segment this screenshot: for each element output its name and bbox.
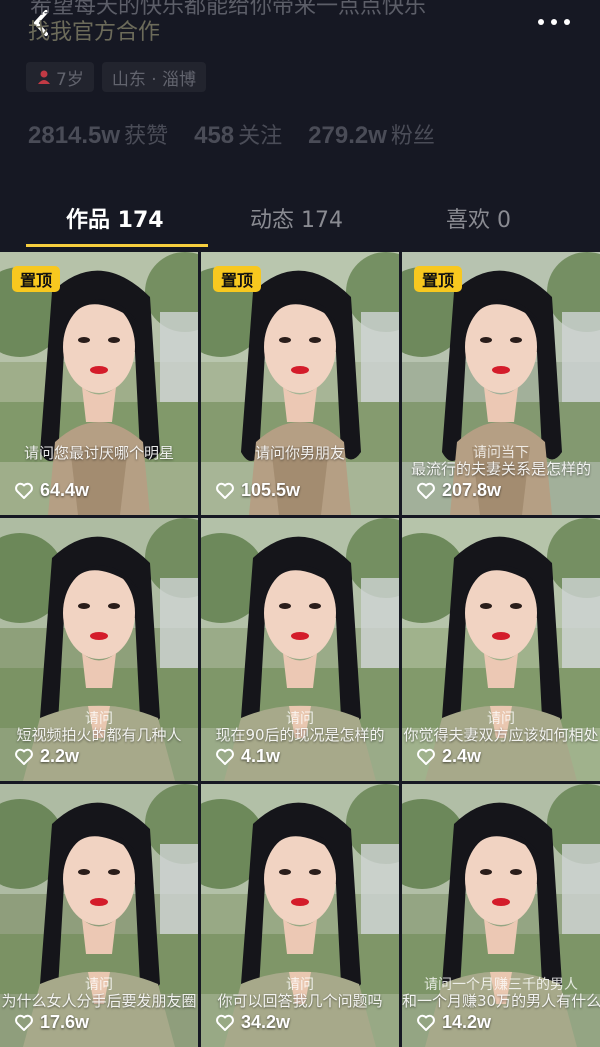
video-thumbnail[interactable]: 置顶 请问您最讨厌哪个明星 64.4w [0,252,198,515]
heart-icon [15,1014,33,1031]
heart-icon [15,482,33,499]
likes-label: 获赞 [124,124,169,149]
like-counter: 34.2w [215,1012,290,1033]
heart-icon [417,748,435,765]
like-count: 34.2w [241,1012,291,1032]
video-grid: 置顶 请问您最讨厌哪个明星 64.4w 置顶 请问你男朋友 105.5w 置顶 … [0,252,600,1047]
profile-stats: 2814.5w 获赞 458 关注 279.2w 粉丝 [28,118,461,150]
like-count: 2.2w [40,746,80,766]
age-tag: 7岁 [26,62,94,92]
video-caption: 请问你男朋友 [254,444,345,462]
tab-moments[interactable]: 动态 174 [250,202,343,234]
video-caption: 和一个月赚30万的男人有什么区别 [402,992,600,1010]
video-caption: 请问您最讨厌哪个明星 [23,444,174,462]
video-caption: 为什么女人分手后要发朋友圈 [1,992,197,1010]
age-label: 7岁 [56,69,84,90]
heart-icon [216,482,234,499]
like-counter: 207.8w [416,480,501,501]
like-count: 17.6w [40,1012,90,1032]
pinned-badge: 置顶 [213,266,262,292]
profile-tags: 7岁 山东 · 淄博 [26,62,207,92]
heart-icon [417,482,435,499]
video-thumbnail[interactable]: 置顶 请问你男朋友 105.5w [201,252,399,515]
bio-text: 找我官方合作 [28,20,161,45]
like-counter: 105.5w [215,480,300,501]
tab-liked[interactable]: 喜欢 0 [446,202,511,234]
like-count: 14.2w [442,1012,492,1032]
active-tab-indicator [26,244,208,247]
location-label: 山东 · 淄博 [111,69,197,90]
following-count[interactable]: 458 [194,122,234,150]
like-counter: 4.1w [215,746,280,767]
like-count: 2.4w [442,746,482,766]
fans-label[interactable]: 粉丝 [391,118,435,150]
video-caption: 你可以回答我几个问题吗 [217,992,383,1010]
heart-icon [216,748,234,765]
like-counter: 64.4w [14,480,89,501]
like-counter: 2.4w [416,746,481,767]
profile-header: 希望每天的快乐都能给你带来一点点快乐 找我官方合作 7岁 山东 · 淄博 281… [0,0,600,250]
video-caption: 短视频拍火的都有几种人 [16,726,182,744]
heart-icon [417,1014,435,1031]
tab-works[interactable]: 作品 174 [66,202,164,234]
video-thumbnail[interactable]: 请问 现在90后的现况是怎样的 4.1w [201,518,399,781]
pinned-badge: 置顶 [12,266,61,292]
like-counter: 14.2w [416,1012,491,1033]
video-caption: 最流行的夫妻关系是怎样的 [410,460,591,478]
video-thumbnail[interactable]: 请问 你可以回答我几个问题吗 34.2w [201,784,399,1047]
video-caption: 现在90后的现况是怎样的 [215,726,385,744]
like-counter: 17.6w [14,1012,89,1033]
video-thumbnail[interactable]: 置顶 请问当下 最流行的夫妻关系是怎样的 207.8w [402,252,600,515]
video-thumbnail[interactable]: 请问一个月赚三千的男人 和一个月赚30万的男人有什么区别 14.2w [402,784,600,1047]
video-thumbnail[interactable]: 请问 短视频拍火的都有几种人 2.2w [0,518,198,781]
following-label[interactable]: 关注 [238,118,282,150]
fans-count[interactable]: 279.2w [308,122,387,150]
like-count: 4.1w [241,746,281,766]
heart-icon [15,748,33,765]
like-count: 105.5w [241,480,301,500]
female-icon [38,70,50,84]
heart-icon [216,1014,234,1031]
pinned-badge: 置顶 [414,266,463,292]
content-tabs: 作品 174 动态 174 喜欢 0 [0,196,600,248]
location-tag: 山东 · 淄博 [101,62,207,92]
video-caption: 你觉得夫妻双方应该如何相处 [403,726,599,744]
video-thumbnail[interactable]: 请问 你觉得夫妻双方应该如何相处 2.4w [402,518,600,781]
like-counter: 2.2w [14,746,79,767]
likes-count: 2814.5w [28,122,121,149]
more-options-button[interactable] [538,14,570,30]
like-count: 64.4w [40,480,90,500]
video-thumbnail[interactable]: 请问 为什么女人分手后要发朋友圈 17.6w [0,784,198,1047]
like-count: 207.8w [442,480,502,500]
